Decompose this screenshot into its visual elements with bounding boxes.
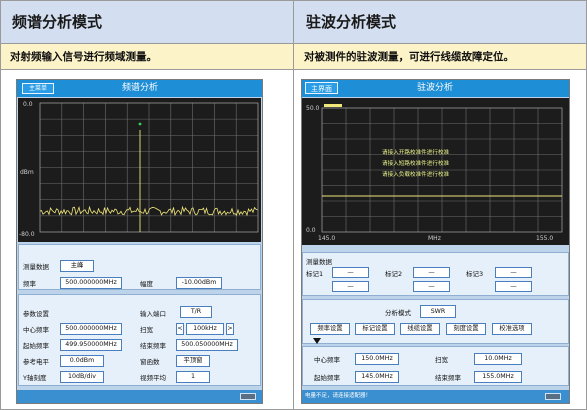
main-screen-button[interactable]: 主界面 xyxy=(305,82,338,94)
vswr-tab-0[interactable]: 频率设置 xyxy=(310,323,350,335)
vswr-y-bottom-label: 0.0 xyxy=(306,227,316,234)
calib-load-annotation: 请接入负载校准件进行校准 xyxy=(382,172,450,178)
battery-icon xyxy=(240,393,256,400)
spectrum-mode-description: 对射频输入信号进行频域测量。 xyxy=(10,51,157,63)
stop-freq-field[interactable]: 500.050000MHz xyxy=(176,339,238,351)
marker3-field-a[interactable]: — xyxy=(495,267,532,278)
spectrum-y-bottom-label: -80.0 xyxy=(19,231,35,238)
span-field[interactable]: 100kHz xyxy=(186,323,224,335)
spectrum-measure-label: 测量数据 xyxy=(23,263,49,271)
vswr-x-unit-label: MHz xyxy=(428,235,441,242)
marker3-field-b[interactable]: — xyxy=(495,281,532,292)
span-label: 扫宽 xyxy=(140,326,153,334)
marker2-field-b[interactable]: — xyxy=(413,281,450,292)
window-label: 窗函数 xyxy=(140,358,160,366)
stop-freq-label: 结束频率 xyxy=(140,342,166,350)
table-border-left xyxy=(0,0,1,410)
vswr-stop-field[interactable]: 155.0MHz xyxy=(474,371,522,383)
vswr-mode-heading: 驻波分析模式 xyxy=(306,13,397,31)
calib-open-annotation: 请接入开路校准件进行校准 xyxy=(382,150,450,156)
peak-marker-button[interactable]: 主峰 xyxy=(60,260,94,272)
center-freq-label: 中心频率 xyxy=(23,326,49,334)
vswr-tab-1[interactable]: 标记设置 xyxy=(355,323,395,335)
vswr-tab-3[interactable]: 刻度设置 xyxy=(446,323,486,335)
vswr-marker-block xyxy=(324,104,342,107)
table-border-center xyxy=(293,0,294,410)
low-battery-message: 电量不足，请连接适配器！ xyxy=(305,393,372,399)
spectrum-peak-marker xyxy=(138,122,142,126)
marker1-label: 标记1 xyxy=(306,270,324,278)
marker3-label: 标记3 xyxy=(466,270,484,278)
amp-value: -10.00dBm xyxy=(176,277,222,289)
freq-label: 频率 xyxy=(23,280,36,288)
span-prev-button[interactable]: < xyxy=(176,323,184,335)
freq-value: 500.000000MHz xyxy=(60,277,122,289)
window-field[interactable]: 平顶窗 xyxy=(176,355,210,367)
spectrum-mode-heading: 频谱分析模式 xyxy=(12,13,103,31)
params-label: 参数设置 xyxy=(23,310,49,318)
marker2-label: 标记2 xyxy=(385,270,403,278)
vswr-tab-4[interactable]: 校准选项 xyxy=(492,323,532,335)
video-avg-label: 视频平均 xyxy=(140,374,166,382)
analysis-mode-label: 分析模式 xyxy=(385,309,411,317)
vswr-center-field[interactable]: 150.0MHz xyxy=(355,353,399,365)
span-next-button[interactable]: > xyxy=(226,323,234,335)
vswr-span-label: 扫宽 xyxy=(435,356,448,364)
spectrum-chart xyxy=(39,102,259,233)
ref-level-field[interactable]: 0.0dBm xyxy=(60,355,104,367)
y-scale-field[interactable]: 10dB/div xyxy=(60,371,104,383)
input-port-label: 输入端口 xyxy=(140,310,166,318)
vswr-center-label: 中心频率 xyxy=(314,356,340,364)
main-menu-button[interactable]: 主菜单 xyxy=(22,83,54,94)
vswr-span-field[interactable]: 10.0MHz xyxy=(474,353,522,365)
vswr-x-end-label: 155.0 xyxy=(536,235,554,242)
center-freq-field[interactable]: 500.000000MHz xyxy=(60,323,122,335)
marker2-field-a[interactable]: — xyxy=(413,267,450,278)
calib-short-annotation: 请接入短路校准件进行校准 xyxy=(382,161,450,167)
video-avg-field[interactable]: 1 xyxy=(176,371,210,383)
vswr-screen-title: 驻波分析 xyxy=(416,83,453,93)
spectrum-y-top-label: 0.0 xyxy=(23,101,33,108)
vswr-stop-label: 结束频率 xyxy=(435,374,461,382)
vswr-y-top-label: 50.0 xyxy=(306,105,320,112)
vswr-mode-description: 对被测件的驻波测量，可进行线缆故障定位。 xyxy=(304,51,514,63)
amp-label: 幅度 xyxy=(140,280,153,288)
input-port-field[interactable]: T/R xyxy=(180,306,212,318)
spectrum-status-bar xyxy=(17,390,262,403)
collapse-arrow-icon[interactable] xyxy=(313,338,321,344)
vswr-start-field[interactable]: 145.0MHz xyxy=(355,371,399,383)
vswr-battery-icon xyxy=(545,393,561,400)
start-freq-field[interactable]: 499.950000MHz xyxy=(60,339,122,351)
vswr-x-start-label: 145.0 xyxy=(318,235,336,242)
marker1-field-b[interactable]: — xyxy=(332,281,369,292)
start-freq-label: 起始频率 xyxy=(23,342,49,350)
analysis-mode-field[interactable]: SWR xyxy=(420,305,456,318)
vswr-start-label: 起始频率 xyxy=(314,374,340,382)
vswr-tab-2[interactable]: 线缆设置 xyxy=(400,323,440,335)
spectrum-y-unit-label: dBm xyxy=(20,169,34,176)
ref-level-label: 参考电平 xyxy=(23,358,49,366)
vswr-measure-label: 测量数据 xyxy=(306,258,332,266)
marker1-field-a[interactable]: — xyxy=(332,267,369,278)
spectrum-screen-title: 频谱分析 xyxy=(121,83,158,93)
y-scale-label: Y轴刻度 xyxy=(23,374,47,382)
